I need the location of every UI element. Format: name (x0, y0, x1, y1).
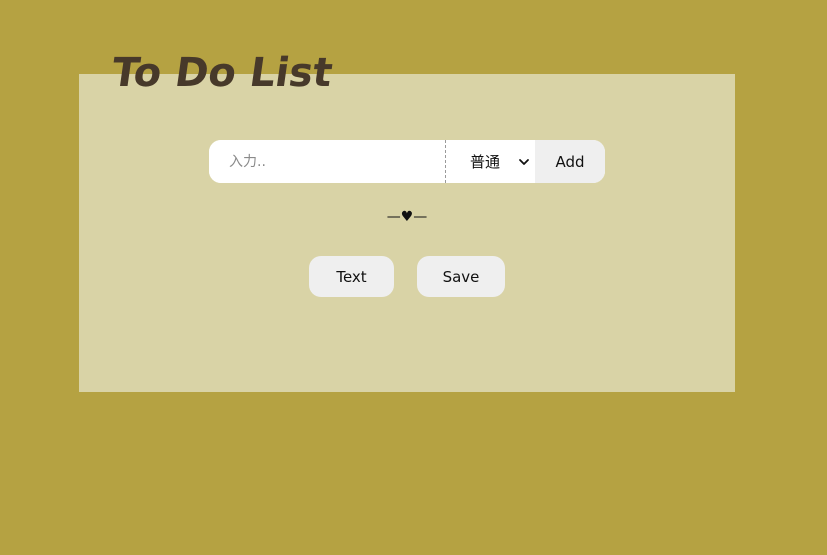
todo-panel (79, 74, 735, 392)
priority-selected-label: 普通 (470, 153, 501, 171)
text-button[interactable]: Text (309, 256, 394, 297)
page-title: To Do List (108, 50, 336, 96)
chevron-down-icon (519, 158, 529, 165)
priority-select[interactable]: 普通 (446, 140, 535, 183)
add-task-form: 普通 Add (209, 140, 605, 183)
save-button[interactable]: Save (417, 256, 505, 297)
add-button[interactable]: Add (535, 140, 605, 183)
heart-divider: —♥— (386, 209, 428, 225)
task-input[interactable] (209, 140, 446, 183)
